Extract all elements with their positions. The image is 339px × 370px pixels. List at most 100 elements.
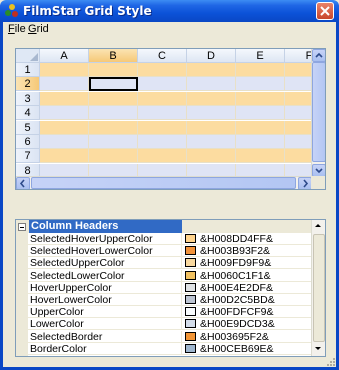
category-row[interactable]: Column Headers — [16, 220, 312, 233]
grid-cell[interactable] — [40, 91, 89, 106]
property-value[interactable]: &H008DD4FF& — [200, 233, 273, 245]
menu-grid[interactable]: Grid — [26, 23, 51, 35]
property-grid[interactable]: Column Headers SelectedHoverUpperColor &H… — [15, 219, 326, 357]
property-row[interactable]: LowerColor &H00E9DCD3& — [28, 318, 312, 331]
grid-cell[interactable] — [187, 63, 236, 77]
vertical-scroll-thumb[interactable] — [312, 62, 325, 162]
property-scroll-thumb[interactable] — [313, 234, 325, 342]
grid-cell[interactable] — [236, 135, 285, 149]
property-value[interactable]: &H00E9DCD3& — [200, 318, 275, 330]
column-header[interactable]: B — [89, 49, 138, 63]
property-value[interactable]: &H00CEB69E& — [200, 343, 274, 355]
property-row[interactable]: SelectedBorder &H003695F2& — [28, 330, 312, 343]
scroll-left-button[interactable] — [16, 177, 30, 189]
row-header[interactable]: 5 — [16, 120, 40, 135]
grid-cell[interactable] — [236, 63, 285, 77]
row-header[interactable]: 2 — [16, 77, 40, 92]
grid-cell[interactable] — [187, 149, 236, 164]
grid-cell[interactable] — [89, 63, 138, 77]
row-header[interactable]: 1 — [16, 63, 40, 77]
property-value[interactable]: &H00D2C5BD& — [200, 294, 275, 306]
grid-vertical-scrollbar[interactable] — [311, 49, 325, 177]
row-header[interactable]: 7 — [16, 149, 40, 164]
scroll-right-button[interactable] — [298, 177, 312, 189]
column-header[interactable]: D — [187, 49, 236, 63]
color-swatch — [185, 295, 196, 304]
grid-cell[interactable] — [89, 91, 138, 106]
color-swatch — [185, 282, 196, 292]
property-value[interactable]: &H003B93F2& — [200, 245, 270, 257]
grid-cell[interactable] — [187, 77, 236, 92]
title-bar[interactable]: FilmStar Grid Style — [0, 0, 339, 22]
grid-cell[interactable] — [236, 120, 285, 135]
property-name: HoverUpperColor — [30, 281, 182, 294]
grid-cell[interactable] — [236, 106, 285, 121]
horizontal-scroll-thumb[interactable] — [31, 177, 296, 189]
grid-cell[interactable] — [187, 120, 236, 135]
grid-cell[interactable] — [40, 120, 89, 135]
grid-cell[interactable] — [187, 135, 236, 149]
arrow-up-icon — [315, 224, 321, 227]
close-button[interactable] — [316, 2, 334, 20]
color-swatch — [185, 343, 196, 353]
column-header[interactable]: E — [236, 49, 285, 63]
grid-cell[interactable] — [138, 135, 187, 149]
property-row[interactable]: UpperColor &H00FDFCF9& — [28, 306, 312, 319]
grid-cell[interactable] — [138, 149, 187, 164]
menu-file-accel: F — [8, 23, 15, 35]
property-row[interactable]: SelectedLowerColor &H0060C1F1& — [28, 269, 312, 282]
grid-cell[interactable] — [40, 149, 89, 164]
property-name: BorderColor — [30, 342, 182, 355]
property-value[interactable]: &H003695F2& — [200, 331, 269, 343]
property-row[interactable]: SelectedHoverLowerColor &H003B93F2& — [28, 245, 312, 258]
grid-cell[interactable] — [40, 135, 89, 149]
row-header[interactable]: 6 — [16, 135, 40, 149]
resize-grip-icon[interactable] — [325, 356, 335, 366]
property-scroll-up-button[interactable] — [312, 220, 325, 233]
grid-cell[interactable] — [138, 63, 187, 77]
grid-cell[interactable] — [138, 120, 187, 135]
column-header[interactable]: A — [40, 49, 89, 63]
grid-cell-selected[interactable] — [89, 77, 138, 92]
grid-cell[interactable] — [138, 77, 187, 92]
grid-cell[interactable] — [138, 106, 187, 121]
property-row[interactable]: SelectedUpperColor &H009FD9F9& — [28, 257, 312, 270]
category-label[interactable]: Column Headers — [29, 220, 182, 233]
grid-cell[interactable] — [89, 149, 138, 164]
grid-cell[interactable] — [187, 91, 236, 106]
scroll-up-button[interactable] — [312, 49, 325, 62]
grid-cell[interactable] — [236, 91, 285, 106]
grid-horizontal-scrollbar[interactable] — [16, 176, 312, 189]
property-row[interactable]: SelectedHoverUpperColor &H008DD4FF& — [28, 233, 312, 245]
menu-file[interactable]: File — [6, 23, 28, 35]
grid-cell[interactable] — [89, 135, 138, 149]
sample-grid[interactable]: ABCDEF123456789 — [15, 48, 326, 190]
property-row[interactable]: HoverUpperColor &H00E4E2DF& — [28, 281, 312, 294]
grid-cell[interactable] — [40, 77, 89, 92]
select-all-icon — [30, 53, 38, 61]
property-value[interactable]: &H00FDFCF9& — [200, 306, 274, 318]
property-value[interactable]: &H009FD9F9& — [200, 257, 271, 269]
grid-cell[interactable] — [89, 120, 138, 135]
property-scrollbar[interactable] — [311, 220, 325, 356]
collapse-icon[interactable] — [18, 223, 26, 231]
column-header[interactable]: C — [138, 49, 187, 63]
grid-cell[interactable] — [187, 106, 236, 121]
grid-cell[interactable] — [236, 77, 285, 92]
grid-cell[interactable] — [89, 106, 138, 121]
property-value[interactable]: &H00E4E2DF& — [200, 282, 273, 294]
grid-cell[interactable] — [138, 91, 187, 106]
menu-grid-accel: G — [28, 23, 37, 35]
color-swatch — [185, 307, 196, 317]
grid-cell[interactable] — [236, 149, 285, 164]
property-value[interactable]: &H0060C1F1& — [200, 270, 271, 282]
grid-cell[interactable] — [40, 63, 89, 77]
row-header[interactable]: 3 — [16, 91, 40, 106]
property-scroll-down-button[interactable] — [312, 343, 325, 356]
property-row[interactable]: HoverLowerColor &H00D2C5BD& — [28, 294, 312, 306]
property-row[interactable]: BorderColor &H00CEB69E& — [28, 342, 312, 355]
grid-corner[interactable] — [16, 49, 40, 63]
color-swatch — [185, 270, 196, 280]
grid-cell[interactable] — [40, 106, 89, 121]
row-header[interactable]: 4 — [16, 106, 40, 121]
